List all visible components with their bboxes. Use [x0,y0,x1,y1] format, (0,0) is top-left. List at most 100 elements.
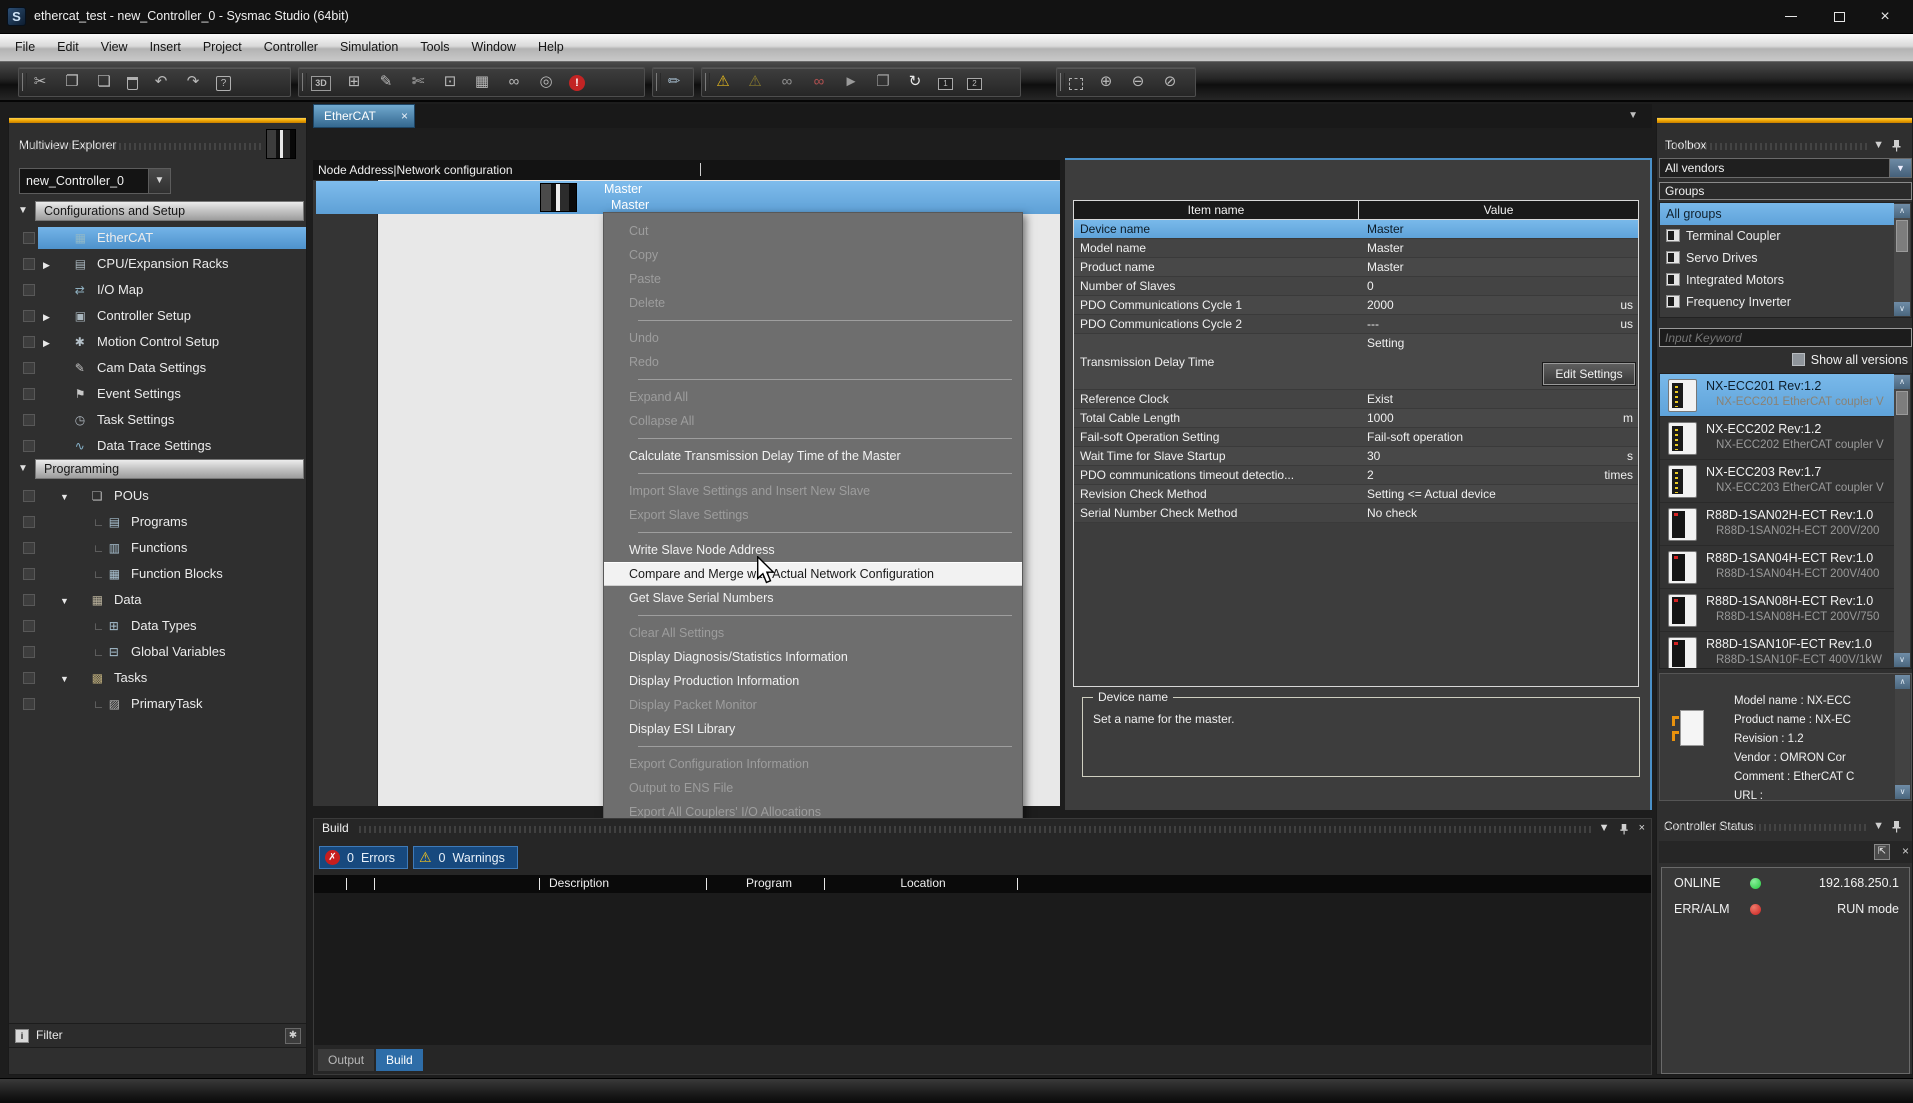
context-menu-item[interactable]: Display ESI Library [604,717,1022,741]
scroll-up-icon[interactable]: ∧ [1894,204,1910,218]
context-menu-item[interactable]: Write Slave Node Address [604,538,1022,562]
expand-icon[interactable]: ⇱ [1874,844,1890,860]
group-list-item[interactable]: Terminal Coupler [1660,225,1894,247]
tree-item-checkbox[interactable] [23,414,35,426]
cut-icon[interactable]: ✂ [31,72,49,92]
tree-item[interactable]: ◷ Task Settings [9,407,306,433]
tree-item[interactable]: ✎ Cam Data Settings [9,355,306,381]
help-icon[interactable]: ? [216,76,231,91]
setting-value[interactable]: 30 [1367,449,1380,463]
tree-item[interactable]: ∟ ⊟ Global Variables [9,639,306,665]
screen-2-icon[interactable]: 2 [967,78,982,90]
tree-item[interactable]: ▼ ▦ Data [9,587,306,613]
group-list-item[interactable]: Integrated Motors [1660,269,1894,291]
tree-item[interactable]: ∟ ▤ Programs [9,509,306,535]
setting-value[interactable]: Exist [1367,392,1393,406]
tree-item-checkbox[interactable] [23,620,35,632]
setting-value[interactable]: Master [1367,222,1404,236]
zoom-reset-icon[interactable]: ⊘ [1161,72,1179,92]
tree-item[interactable]: ▶ ▣ Controller Setup [9,303,306,329]
scroll-down-icon[interactable]: ∨ [1894,302,1910,316]
detail-scrollbar[interactable]: ∧ ∨ [1895,675,1910,799]
tree-section[interactable]: ▼ Programming [9,459,306,479]
context-menu-item[interactable]: Display Diagnosis/Statistics Information [604,645,1022,669]
tree-item-checkbox[interactable] [23,362,35,374]
tab-list-chevron-icon[interactable]: ▼ [1628,110,1638,121]
scroll-down-icon[interactable]: ∨ [1894,653,1910,667]
settings-row[interactable]: Serial Number Check Method No check Edit… [1074,504,1638,523]
zoom-in-icon[interactable]: ⊕ [1097,72,1115,92]
minimize-button[interactable] [1769,0,1813,33]
tree-item-checkbox[interactable] [23,284,35,296]
view-3d-icon[interactable]: 3D [311,76,331,91]
menu-item[interactable]: Window [461,34,527,61]
column-divider[interactable] [700,163,701,176]
menu-item[interactable]: Insert [139,34,192,61]
column-divider[interactable] [539,878,540,890]
redo-icon[interactable]: ↷ [184,72,202,92]
tree-item[interactable]: ▶ ▤ CPU/Expansion Racks [9,251,306,277]
tree-item[interactable]: ▶ ✱ Motion Control Setup [9,329,306,355]
io-table-icon[interactable]: ▦ [473,72,491,92]
filter-options-button[interactable]: ✱ [285,1028,301,1044]
scroll-up-icon[interactable]: ∧ [1894,375,1910,389]
tree-item-checkbox[interactable] [23,258,35,270]
build-project-icon[interactable]: ✎ [377,72,395,92]
scroll-up-icon[interactable]: ∧ [1895,675,1910,689]
column-divider[interactable] [1017,878,1018,890]
show-all-versions-checkbox[interactable] [1792,353,1805,366]
context-menu-item[interactable]: Export Configuration Information [604,752,1022,776]
paste-icon[interactable]: ❏ [95,72,113,92]
vendor-filter-dropdown[interactable]: All vendors ▼ [1659,158,1912,178]
chevron-down-icon[interactable]: ▼ [1873,820,1884,832]
context-menu-item[interactable]: Collapse All [604,409,1022,433]
tree-item[interactable]: ▦ EtherCAT [9,225,306,251]
value-column-header[interactable]: Value [1359,201,1638,219]
context-menu-item[interactable]: Output to ENS File [604,776,1022,800]
expand-arrow-icon[interactable]: ▶ [43,330,56,356]
tree-item-checkbox[interactable] [23,646,35,658]
settings-row[interactable]: Model name Master Edit Settings [1074,239,1638,258]
tree-item[interactable]: ∟ ▦ Function Blocks [9,561,306,587]
device-list-scrollbar[interactable]: ∧ ∨ [1894,375,1910,667]
settings-row[interactable]: Number of Slaves 0 Edit Settings [1074,277,1638,296]
expand-arrow-icon[interactable]: ▼ [60,588,73,614]
copy-variables-icon[interactable]: ❐ [874,72,892,92]
tree-item-checkbox[interactable] [23,542,35,554]
tab-ethercat[interactable]: EtherCAT × [313,104,415,128]
context-menu-item[interactable]: Undo [604,326,1022,350]
setting-value[interactable]: 0 [1367,279,1374,293]
expand-arrow-icon[interactable]: ▼ [60,484,73,510]
setting-value[interactable]: 2000 [1367,298,1394,312]
online-edit-icon[interactable]: ✏ [665,72,683,92]
expand-arrow-icon[interactable]: ▶ [43,304,56,330]
device-list-item[interactable]: R88D-1SAN02H-ECT Rev:1.0 R88D-1SAN02H-EC… [1660,503,1894,546]
device-list-item[interactable]: NX-ECC201 Rev:1.2 NX-ECC201 EtherCAT cou… [1660,374,1894,417]
errors-filter-button[interactable]: ✗ 0 Errors [319,846,408,869]
close-icon[interactable]: × [1639,822,1645,835]
setting-value[interactable]: 1000 [1367,411,1394,425]
column-divider[interactable] [824,878,825,890]
warning-off-icon[interactable]: ⚠ [746,72,764,92]
rack-icon[interactable]: ⊞ [345,72,363,92]
item-name-column-header[interactable]: Item name [1074,201,1359,219]
settings-row[interactable]: Product name Master Edit Settings [1074,258,1638,277]
expand-arrow-icon[interactable]: ▼ [60,666,73,692]
scrollbar-thumb[interactable] [1896,391,1908,415]
setting-value[interactable]: --- [1367,317,1379,331]
zoom-out-icon[interactable]: ⊖ [1129,72,1147,92]
context-menu-item[interactable]: Copy [604,243,1022,267]
context-menu-item[interactable]: Paste [604,267,1022,291]
watch-icon[interactable]: ∞ [505,72,523,92]
menu-item[interactable]: Controller [253,34,329,61]
panel-tab[interactable]: Build [376,1049,423,1071]
context-menu-item[interactable]: Expand All [604,385,1022,409]
close-button[interactable]: × [1863,0,1907,33]
monitor-table-icon[interactable]: ⊡ [441,72,459,92]
tree-item[interactable]: ∟ ⊞ Data Types [9,613,306,639]
tree-item-checkbox[interactable] [23,594,35,606]
group-list-item[interactable]: Digital IO [1660,313,1894,318]
edit-settings-button[interactable]: Edit Settings [1543,363,1635,385]
pin-icon[interactable] [1891,820,1902,833]
settings-row[interactable]: Fail-soft Operation Setting Fail-soft op… [1074,428,1638,447]
